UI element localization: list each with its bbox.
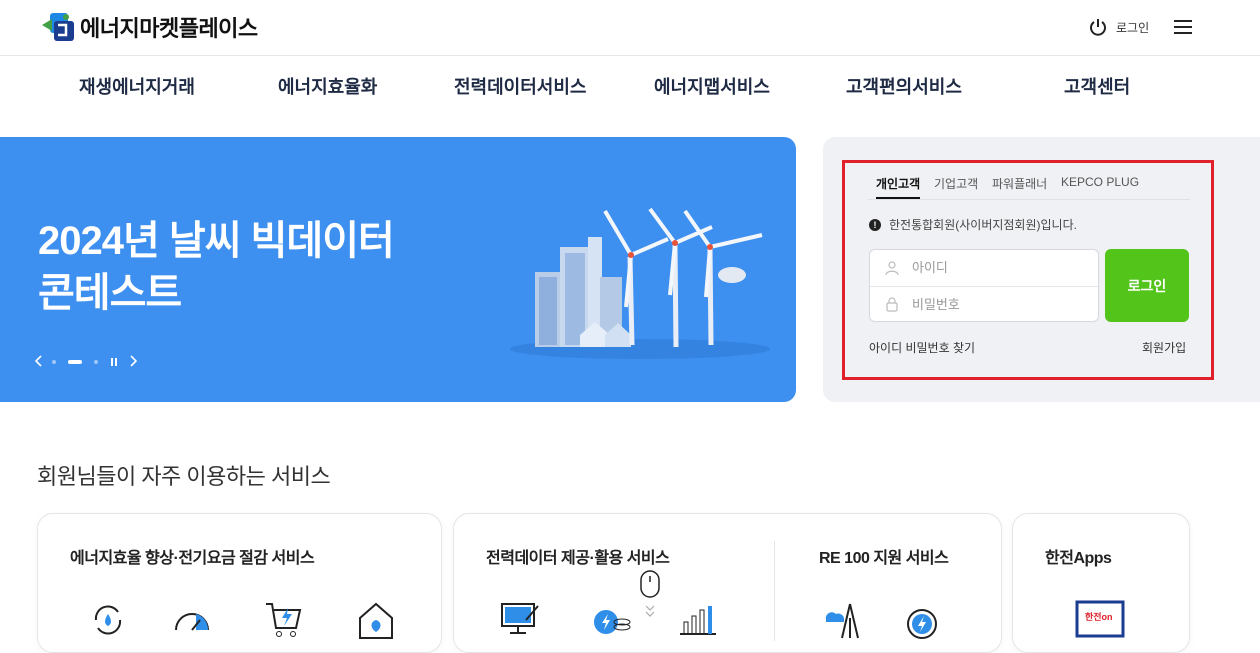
banner-prev-icon[interactable] [34, 354, 46, 370]
site-logo[interactable]: 에너지마켓플레이스 [40, 11, 258, 43]
hamburger-menu-icon[interactable] [1174, 19, 1194, 35]
header-login-link[interactable]: 로그인 [1088, 15, 1149, 39]
nav-item-renewable-trade[interactable]: 재생에너지거래 [79, 73, 195, 99]
password-input[interactable] [912, 296, 1082, 312]
banner-title: 2024년 날씨 빅데이터 콘테스트 [38, 215, 395, 319]
logo-text: 에너지마켓플레이스 [80, 16, 258, 41]
nav-item-energy-efficiency[interactable]: 에너지효율화 [278, 73, 377, 99]
login-button[interactable]: 로그인 [1105, 249, 1189, 322]
find-id-password-link[interactable]: 아이디 비밀번호 찾기 [869, 339, 975, 356]
eco-house-icon[interactable] [356, 600, 396, 640]
lock-icon [886, 297, 898, 312]
card-kepco-apps: 한전Apps 한전on [1012, 513, 1190, 653]
user-icon [885, 260, 899, 275]
card-title: 에너지효율 향상·전기요금 절감 서비스 [70, 550, 315, 567]
tab-kepco-plug[interactable]: KEPCO PLUG [1061, 175, 1139, 189]
main-banner[interactable]: 2024년 날씨 빅데이터 콘테스트 [0, 137, 796, 402]
tab-personal[interactable]: 개인고객 [876, 175, 921, 199]
card-power-data: 전력데이터 제공·활용 서비스 RE 100 지원 서비스 [453, 513, 1002, 653]
tab-business[interactable]: 기업고객 [934, 175, 978, 192]
water-cycle-icon[interactable] [88, 600, 128, 640]
kepco-on-app-icon[interactable]: 한전on [1075, 598, 1125, 638]
header-login-label: 로그인 [1116, 20, 1150, 35]
login-notice-text: 한전통합회원(사이버지점회원)입니다. [889, 218, 1077, 232]
nav-item-power-data[interactable]: 전력데이터서비스 [454, 73, 586, 99]
main-nav: 재생에너지거래 에너지효율화 전력데이터서비스 에너지맵서비스 고객편의서비스 … [0, 57, 1260, 115]
nav-item-customer-convenience[interactable]: 고객편의서비스 [846, 73, 962, 99]
password-field [870, 286, 1098, 321]
banner-title-line2: 콘테스트 [38, 271, 182, 315]
mouse-scroll-icon [640, 570, 660, 617]
card-energy-efficiency: 에너지효율 향상·전기요금 절감 서비스 [37, 513, 442, 653]
banner-controls [34, 354, 140, 370]
power-icon [1090, 19, 1106, 36]
wind-turbine-city-illustration [510, 207, 770, 359]
info-icon: ! [869, 218, 881, 231]
logo-icon [40, 11, 76, 43]
bar-chart-icon[interactable] [678, 600, 718, 640]
card-title-re100: RE 100 지원 서비스 [819, 550, 949, 567]
id-field [870, 250, 1098, 285]
apps-icon-text: 한전on [1085, 611, 1113, 622]
login-tabs: 개인고객 기업고객 파워플래너 KEPCO PLUG [868, 172, 1190, 200]
services-section-title: 회원님들이 자주 이용하는 서비스 [37, 464, 331, 489]
site-header: 에너지마켓플레이스 로그인 [0, 0, 1260, 56]
energy-coins-icon[interactable] [592, 600, 632, 640]
banner-pause-icon[interactable] [110, 358, 118, 366]
tab-power-planner[interactable]: 파워플래너 [992, 175, 1047, 192]
nav-item-energy-map[interactable]: 에너지맵서비스 [654, 73, 770, 99]
wind-cloud-icon[interactable] [822, 600, 862, 640]
banner-title-line1: 2024년 날씨 빅데이터 [38, 219, 395, 263]
banner-dot-2[interactable] [68, 360, 82, 364]
signup-link[interactable]: 회원가입 [1142, 339, 1186, 356]
cart-energy-icon[interactable] [264, 600, 304, 640]
banner-dot-1[interactable] [52, 360, 56, 364]
card-title: 한전Apps [1045, 550, 1112, 567]
card-title: 전력데이터 제공·활용 서비스 [486, 550, 670, 567]
energy-circle-icon[interactable] [902, 600, 942, 640]
id-input[interactable] [912, 260, 1082, 275]
nav-item-customer-center[interactable]: 고객센터 [1064, 73, 1130, 99]
banner-dot-3[interactable] [94, 360, 98, 364]
banner-next-icon[interactable] [128, 354, 140, 370]
monitor-edit-icon[interactable] [500, 600, 540, 640]
speedometer-icon[interactable] [172, 600, 212, 640]
card-divider [774, 541, 775, 641]
login-fields [869, 249, 1099, 322]
login-notice: ! 한전통합회원(사이버지점회원)입니다. [869, 216, 1077, 233]
